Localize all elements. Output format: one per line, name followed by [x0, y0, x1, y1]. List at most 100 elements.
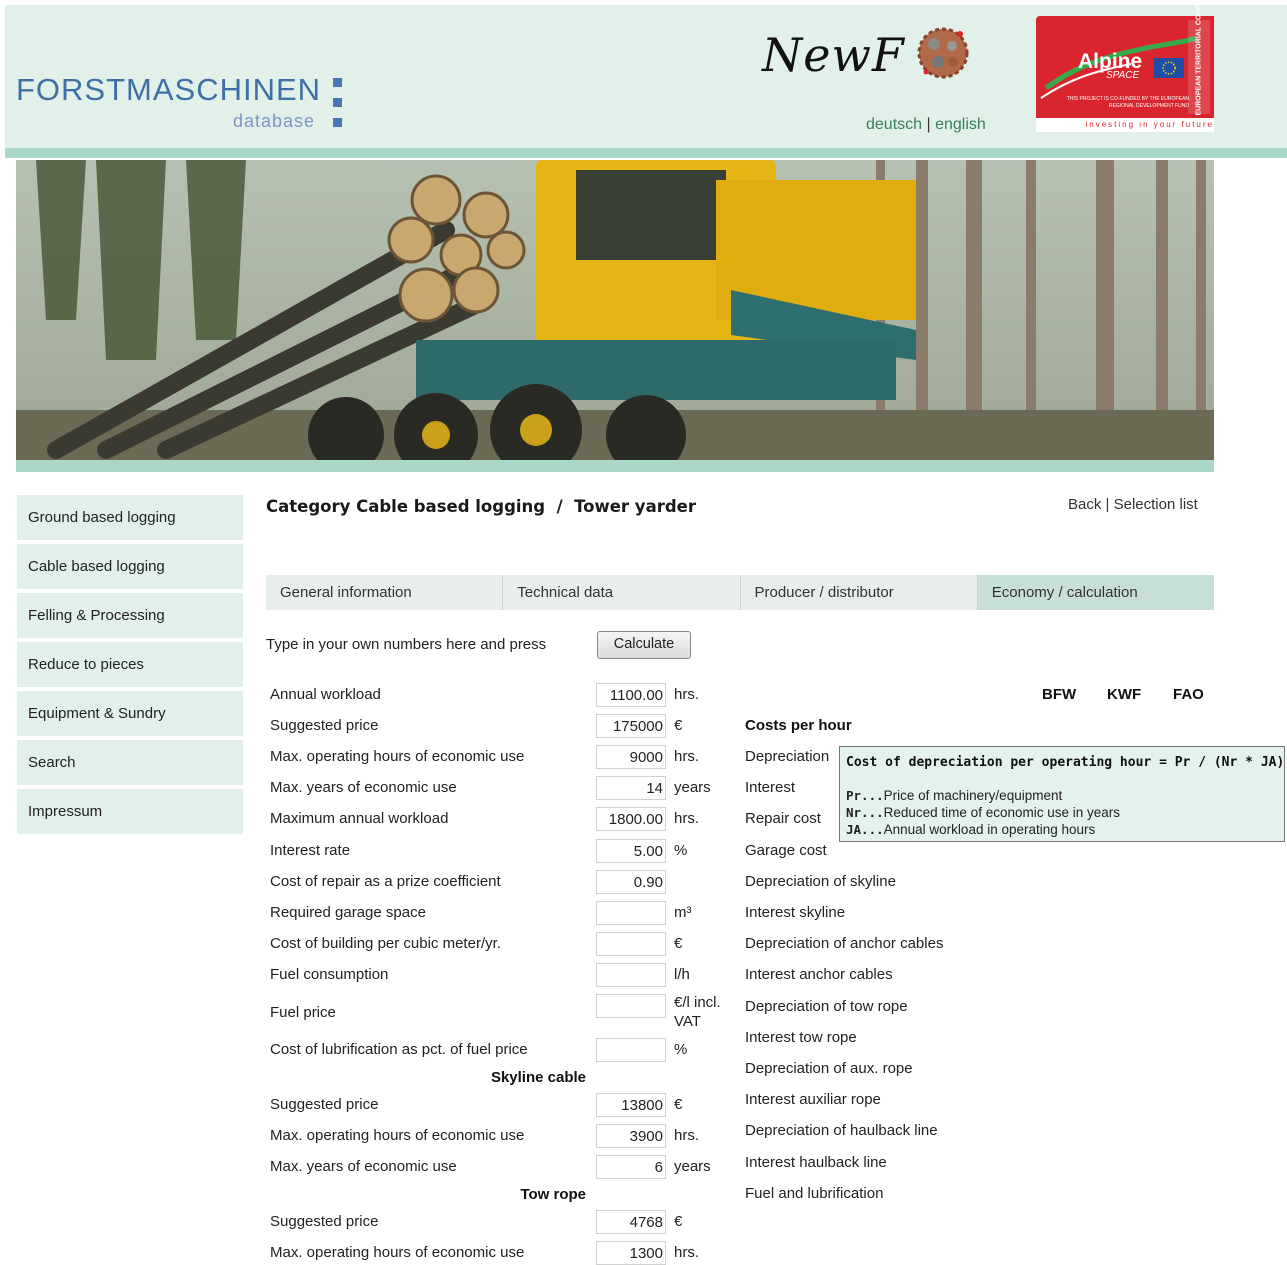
- lubrication-input[interactable]: [596, 1038, 666, 1062]
- site-logo-subtitle: database: [233, 111, 316, 131]
- costs-per-hour-heading: Costs per hour: [745, 717, 852, 734]
- tooltip-ja-line: JA...Annual workload in operating hours: [846, 822, 1096, 837]
- max-hours-label: Max. operating hours of economic use: [270, 748, 525, 765]
- calculate-button[interactable]: Calculate: [597, 631, 691, 659]
- garage-space-unit: m³: [674, 904, 692, 921]
- cost-row-label[interactable]: Garage cost: [745, 842, 827, 859]
- cost-row-label[interactable]: Depreciation of tow rope: [745, 998, 908, 1015]
- alpine-space-logo[interactable]: Alpine SPACE EUROPEAN TERRITORIAL COOPER…: [1036, 0, 1214, 128]
- cost-row-label[interactable]: Depreciation: [745, 748, 829, 765]
- interest-rate-input[interactable]: [596, 839, 666, 863]
- fuel-consumption-input[interactable]: [596, 963, 666, 987]
- back-link[interactable]: Back: [1068, 496, 1101, 513]
- alpine-tagline-bar: investing in your future: [1036, 118, 1214, 132]
- annual-workload-input[interactable]: [596, 683, 666, 707]
- lang-separator: |: [926, 116, 931, 133]
- cost-row-label[interactable]: Depreciation of haulback line: [745, 1122, 938, 1139]
- lubrication-label: Cost of lubrification as pct. of fuel pr…: [270, 1041, 528, 1058]
- max-hours-input[interactable]: [596, 745, 666, 769]
- fuel-price-unit-line2: VAT: [674, 1013, 701, 1030]
- hero-image: [16, 160, 1214, 460]
- tow-rope-hours-label: Max. operating hours of economic use: [270, 1244, 525, 1261]
- sidebar-item-felling-processing[interactable]: Felling & Processing: [17, 593, 243, 638]
- fuel-consumption-unit: l/h: [674, 966, 690, 983]
- alpine-tagline: investing in your future: [1085, 120, 1214, 129]
- cost-row-label[interactable]: Depreciation of skyline: [745, 873, 896, 890]
- tooltip-formula: Cost of depreciation per operating hour …: [846, 755, 1285, 770]
- max-annual-workload-label: Maximum annual workload: [270, 810, 449, 827]
- tab-general-information[interactable]: General information: [266, 575, 504, 610]
- lang-english-link[interactable]: english: [935, 116, 986, 133]
- tow-rope-hours-input[interactable]: [596, 1241, 666, 1265]
- max-years-label: Max. years of economic use: [270, 779, 457, 796]
- garage-space-label: Required garage space: [270, 904, 426, 921]
- sidebar-item-cable-based-logging[interactable]: Cable based logging: [17, 544, 243, 589]
- alpine-space-text: SPACE: [1106, 70, 1140, 81]
- building-cost-input[interactable]: [596, 932, 666, 956]
- skyline-price-unit: €: [674, 1096, 683, 1113]
- newfor-emblem-icon: [917, 27, 969, 79]
- skyline-hours-input[interactable]: [596, 1124, 666, 1148]
- suggested-price-input[interactable]: [596, 714, 666, 738]
- building-cost-unit: €: [674, 935, 683, 952]
- max-annual-workload-unit: hrs.: [674, 810, 700, 827]
- cost-row-label[interactable]: Depreciation of aux. rope: [745, 1060, 913, 1077]
- tab-economy-calculation[interactable]: Economy / calculation: [977, 575, 1214, 610]
- tow-rope-hours-unit: hrs.: [674, 1244, 700, 1261]
- forest-machine-illustration: [16, 160, 1214, 460]
- page-title: Category Cable based logging / Tower yar…: [266, 497, 696, 516]
- lubrication-unit: %: [674, 1041, 688, 1058]
- cost-row-label[interactable]: Repair cost: [745, 810, 821, 827]
- cost-row-label[interactable]: Interest auxiliar rope: [745, 1091, 881, 1108]
- alpine-fund-text: THIS PROJECT IS CO-FUNDED BY THE EUROPEA…: [1066, 96, 1189, 109]
- tab-producer-distributor[interactable]: Producer / distributor: [740, 575, 978, 610]
- sidebar-item-search[interactable]: Search: [17, 740, 243, 785]
- tab-technical-data[interactable]: Technical data: [503, 575, 741, 610]
- interest-rate-label: Interest rate: [270, 842, 351, 859]
- skyline-hours-unit: hrs.: [674, 1127, 700, 1144]
- skyline-cable-heading: Skyline cable: [490, 1069, 586, 1086]
- skyline-price-input[interactable]: [596, 1093, 666, 1117]
- repair-coefficient-label: Cost of repair as a prize coefficient: [270, 873, 501, 890]
- skyline-price-label: Suggested price: [270, 1096, 379, 1113]
- sidebar-item-ground-based-logging[interactable]: Ground based logging: [17, 495, 243, 540]
- header-divider: [5, 148, 1287, 158]
- repair-coefficient-input[interactable]: [596, 870, 666, 894]
- max-years-input[interactable]: [596, 776, 666, 800]
- tow-rope-price-input[interactable]: [596, 1210, 666, 1234]
- skyline-years-unit: years: [674, 1158, 711, 1175]
- max-hours-unit: hrs.: [674, 748, 700, 765]
- site-logo-title[interactable]: FORSTMASCHINEN: [16, 72, 321, 108]
- max-annual-workload-input[interactable]: [596, 807, 666, 831]
- fuel-price-input[interactable]: [596, 994, 666, 1018]
- sidebar-item-impressum[interactable]: Impressum: [17, 789, 243, 834]
- suggested-price-label: Suggested price: [270, 717, 379, 734]
- fuel-price-unit-line1: €/l incl.: [674, 994, 721, 1011]
- column-fao: FAO: [1173, 686, 1204, 703]
- cost-row-label[interactable]: Depreciation of anchor cables: [745, 935, 943, 952]
- cost-row-label[interactable]: Interest: [745, 779, 795, 796]
- building-cost-label: Cost of building per cubic meter/yr.: [270, 935, 501, 952]
- cost-row-label[interactable]: Interest anchor cables: [745, 966, 893, 983]
- top-navigation: Back | Selection list: [1068, 496, 1198, 513]
- cost-row-label[interactable]: Interest haulback line: [745, 1154, 887, 1171]
- lang-deutsch-link[interactable]: deutsch: [866, 116, 922, 133]
- garage-space-input[interactable]: [596, 901, 666, 925]
- sidebar-item-reduce-to-pieces[interactable]: Reduce to pieces: [17, 642, 243, 687]
- tow-rope-heading: Tow rope: [520, 1186, 586, 1203]
- column-bfw: BFW: [1042, 686, 1077, 703]
- logo-square-icon: [333, 78, 342, 87]
- tab-bar: General information Technical data Produ…: [266, 575, 1214, 610]
- sidebar-item-equipment-sundry[interactable]: Equipment & Sundry: [17, 691, 243, 736]
- interest-rate-unit: %: [674, 842, 688, 859]
- cost-row-label[interactable]: Interest skyline: [745, 904, 845, 921]
- logo-square-icon: [333, 98, 342, 107]
- cost-row-label[interactable]: Fuel and lubrification: [745, 1185, 883, 1202]
- logo-square-icon: [333, 118, 342, 127]
- cost-row-label[interactable]: Interest tow rope: [745, 1029, 857, 1046]
- skyline-years-label: Max. years of economic use: [270, 1158, 457, 1175]
- tow-rope-price-unit: €: [674, 1213, 683, 1230]
- skyline-years-input[interactable]: [596, 1155, 666, 1179]
- tow-rope-price-label: Suggested price: [270, 1213, 379, 1230]
- selection-list-link[interactable]: Selection list: [1114, 496, 1198, 513]
